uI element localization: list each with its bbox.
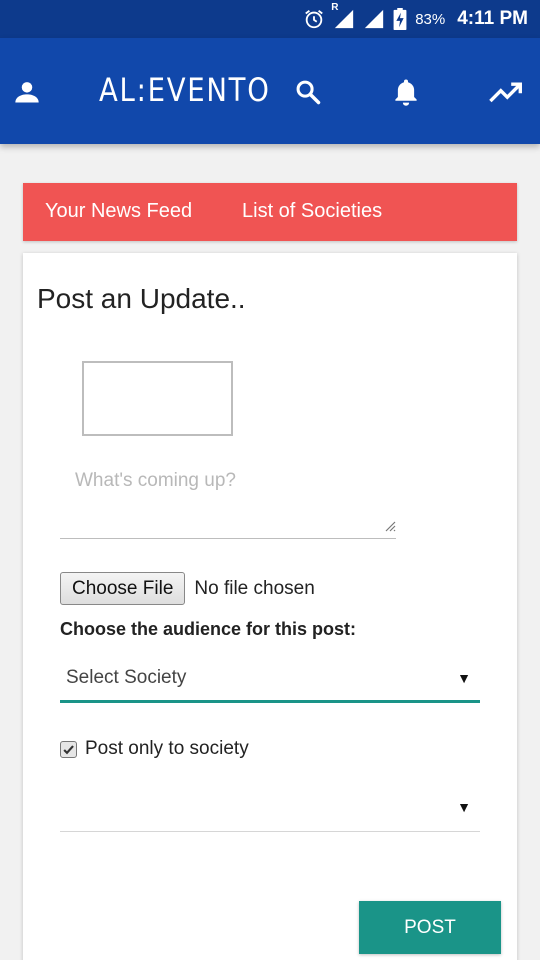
search-icon[interactable] xyxy=(293,74,323,110)
post-only-row: Post only to society xyxy=(60,738,249,760)
file-input-row: Choose File No file chosen xyxy=(60,572,315,605)
dropdown-caret-icon: ▼ xyxy=(457,670,471,686)
alarm-clock-icon xyxy=(303,8,325,30)
post-only-checkbox[interactable] xyxy=(60,740,77,758)
file-status-text: No file chosen xyxy=(194,577,315,599)
post-button[interactable]: POST xyxy=(359,901,501,954)
audience-label: Choose the audience for this post: xyxy=(60,619,357,639)
notification-bell-icon[interactable] xyxy=(390,74,422,110)
post-only-label: Post only to society xyxy=(85,738,249,759)
second-select[interactable]: ▼ xyxy=(60,783,480,832)
tab-bar: Your News Feed List of Societies xyxy=(23,183,517,241)
society-select-value: Select Society xyxy=(66,667,187,688)
card-title: Post an Update.. xyxy=(37,283,246,314)
resize-handle-icon[interactable] xyxy=(384,519,396,537)
post-textarea[interactable]: What's coming up? xyxy=(60,457,396,539)
profile-icon[interactable] xyxy=(12,74,42,110)
clock-time: 4:11 PM xyxy=(457,8,528,29)
battery-percent: 83% xyxy=(415,10,446,28)
app-brand-title: AL:EVENTO xyxy=(99,71,271,109)
trending-icon[interactable] xyxy=(489,74,523,110)
image-preview-box xyxy=(82,361,233,436)
choose-file-button[interactable]: Choose File xyxy=(60,572,186,605)
post-update-card: Post an Update.. What's coming up? Choos… xyxy=(23,253,517,960)
tab-list-of-societies[interactable]: List of Societies xyxy=(242,200,382,223)
battery-charging-icon xyxy=(393,8,407,30)
signal-icon: R xyxy=(331,2,355,30)
textarea-placeholder: What's coming up? xyxy=(75,470,236,491)
signal-icon xyxy=(363,8,385,30)
app-bar: AL:EVENTO xyxy=(0,38,540,144)
status-bar: R 83% 4:11 PM xyxy=(0,0,540,38)
tab-your-news-feed[interactable]: Your News Feed xyxy=(45,200,192,223)
dropdown-caret-icon: ▼ xyxy=(457,799,471,815)
roaming-indicator: R xyxy=(331,2,339,13)
society-select[interactable]: Select Society ▼ xyxy=(60,657,480,703)
